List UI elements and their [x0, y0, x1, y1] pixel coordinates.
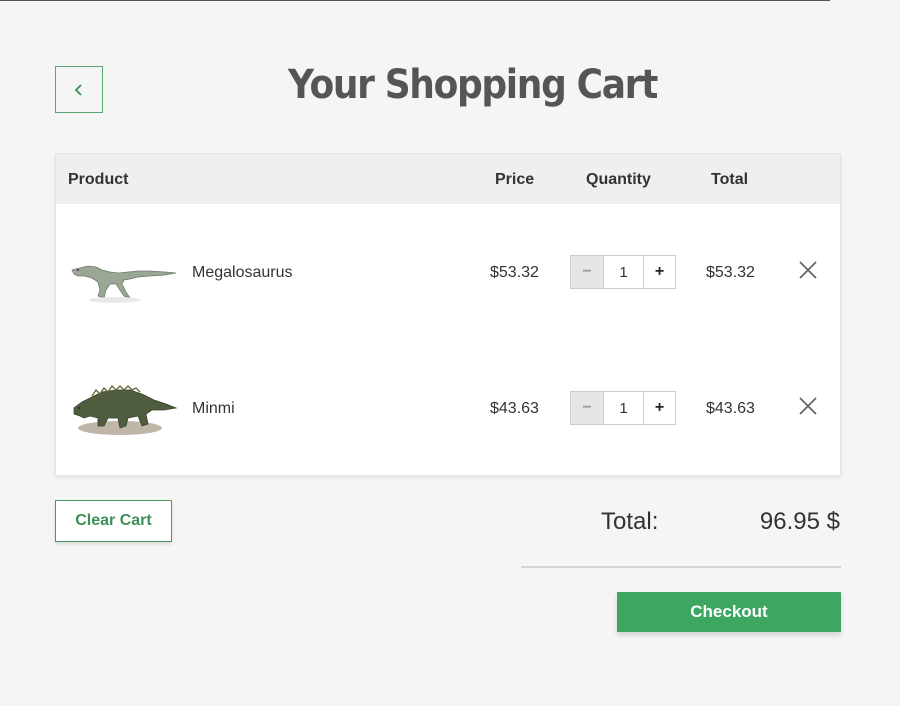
increment-button[interactable]: +	[643, 256, 675, 288]
total-value: 96.95 $	[759, 508, 840, 535]
quantity-stepper: − 1 +	[570, 255, 676, 289]
product-image	[73, 384, 178, 435]
header-price: Price	[495, 171, 535, 188]
header-product: Product	[68, 171, 129, 188]
clear-cart-button[interactable]: Clear Cart	[55, 500, 172, 542]
product-name: Minmi	[192, 400, 235, 417]
total-divider	[521, 566, 841, 568]
line-total: $53.32	[706, 264, 755, 281]
close-icon	[799, 397, 817, 415]
quantity-value[interactable]: 1	[604, 392, 643, 424]
decrement-button[interactable]: −	[571, 392, 604, 424]
close-icon	[799, 261, 817, 279]
quantity-stepper: − 1 +	[570, 391, 676, 425]
product-price: $43.63	[490, 400, 539, 417]
top-divider	[0, 0, 830, 1]
product-price: $53.32	[490, 264, 539, 281]
remove-item-button[interactable]	[796, 258, 820, 282]
table-row: Minmi $43.63 − 1 + $43.63	[56, 340, 840, 476]
quantity-value[interactable]: 1	[604, 256, 643, 288]
product-image	[71, 265, 177, 303]
line-total: $43.63	[706, 400, 755, 417]
checkout-button[interactable]: Checkout	[617, 592, 841, 632]
cart-table: Product Price Quantity Total Megalosauru…	[55, 153, 841, 476]
header-quantity: Quantity	[586, 171, 651, 188]
decrement-button[interactable]: −	[571, 256, 604, 288]
product-name: Megalosaurus	[192, 264, 293, 281]
table-row: Megalosaurus $53.32 − 1 + $53.32	[56, 204, 840, 340]
total-label: Total:	[601, 508, 659, 535]
page-title: Your Shopping Cart	[288, 62, 658, 108]
table-header: Product Price Quantity Total	[56, 154, 840, 204]
header-total: Total	[711, 171, 749, 188]
remove-item-button[interactable]	[796, 394, 820, 418]
increment-button[interactable]: +	[643, 392, 675, 424]
